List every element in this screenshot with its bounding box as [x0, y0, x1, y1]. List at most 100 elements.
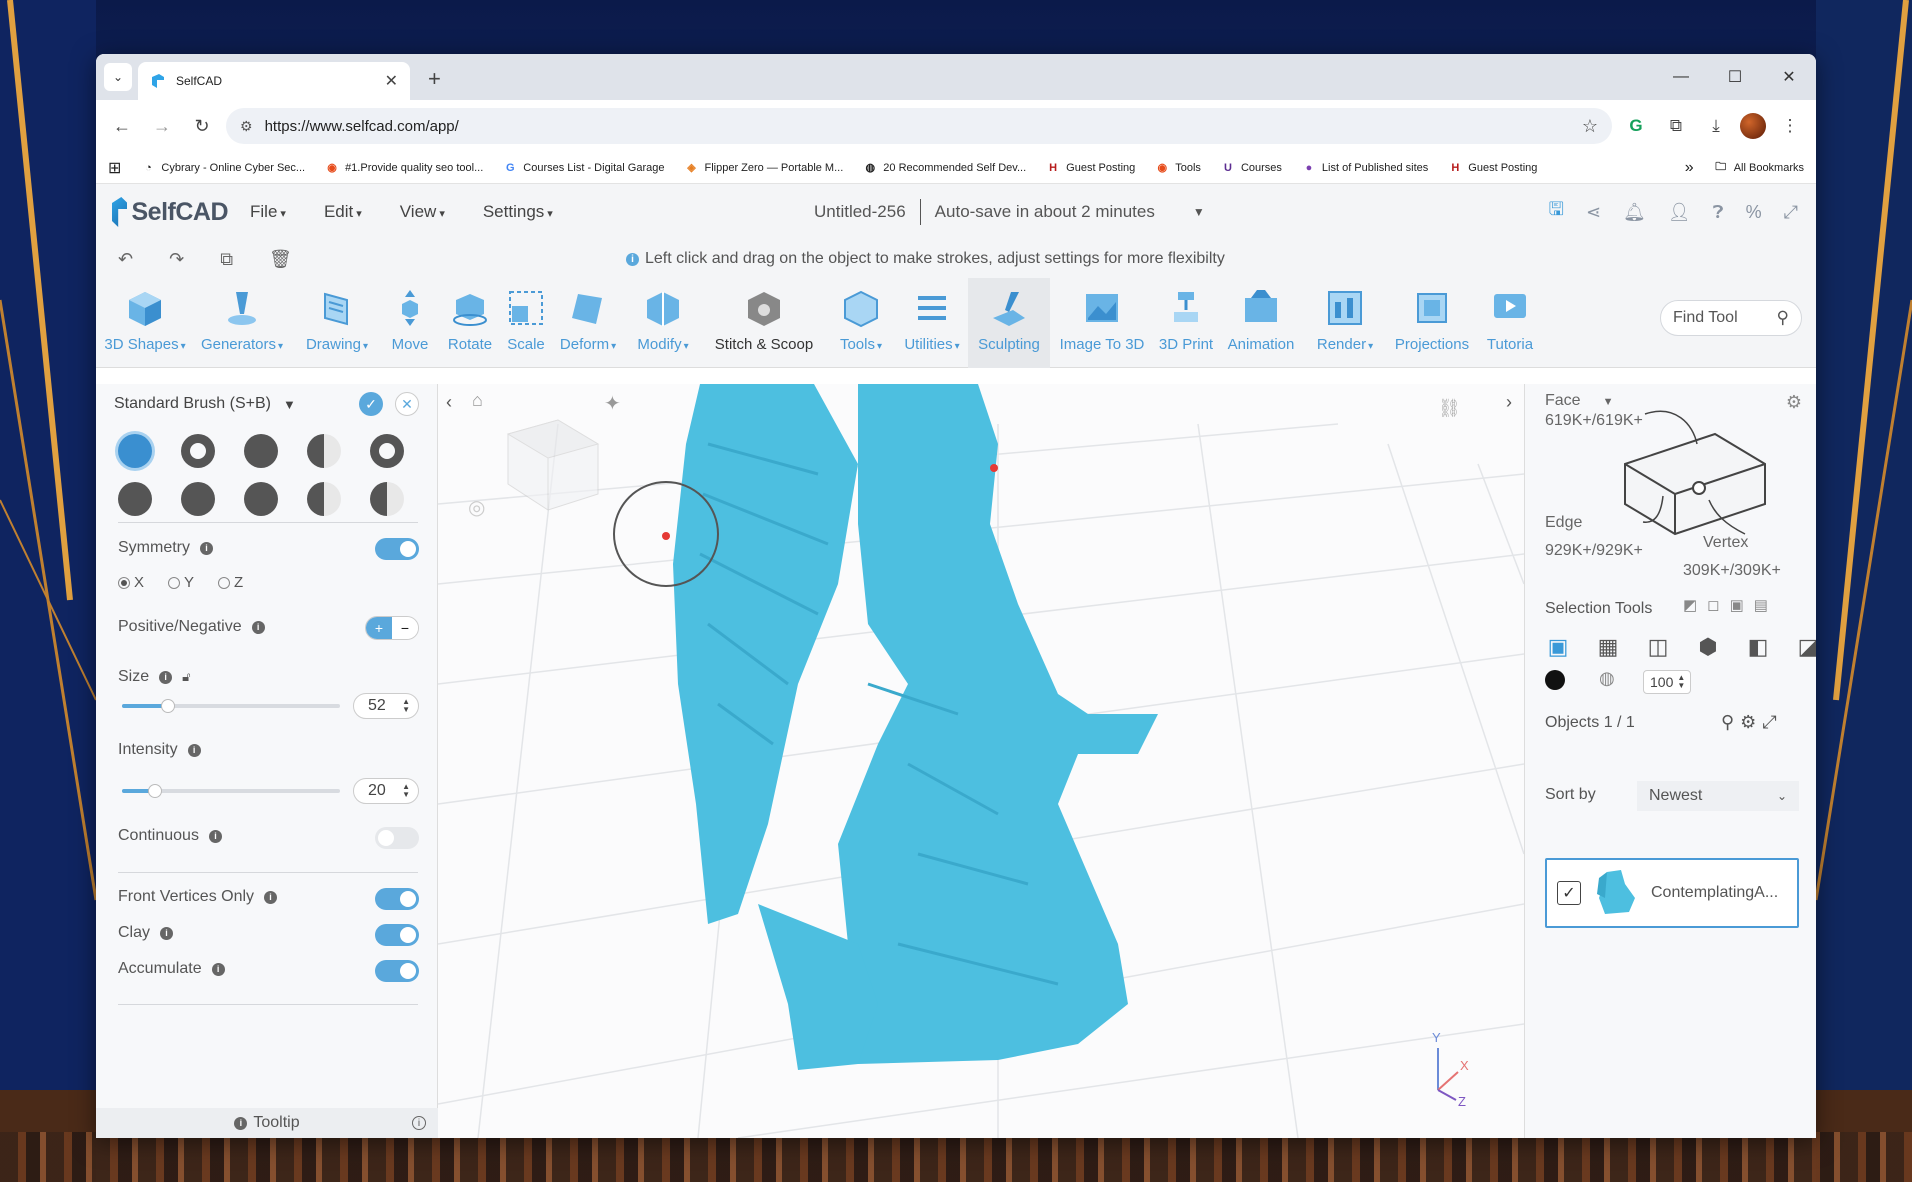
info-icon[interactable]: i — [200, 541, 213, 555]
reload-icon[interactable]: ↻ — [186, 110, 218, 142]
nudge-brush-icon[interactable] — [244, 482, 278, 516]
crease-brush-icon[interactable] — [118, 482, 152, 516]
tool-stitch-scoop[interactable]: Stitch & Scoop — [702, 278, 826, 368]
info-icon[interactable]: i — [211, 962, 225, 976]
tool-3d-print[interactable]: 3D Print — [1154, 278, 1218, 368]
close-window-icon[interactable]: ✕ — [1762, 54, 1816, 100]
collapse-left-panel-icon[interactable]: ‹ — [446, 392, 452, 412]
smooth-brush-icon[interactable] — [244, 434, 278, 468]
axis-x-radio[interactable]: X — [118, 574, 144, 591]
tool-generators[interactable]: Generators — [190, 278, 294, 368]
texture-icon[interactable]: ◍ — [1599, 668, 1615, 689]
selfcad-logo[interactable]: SelfCAD — [112, 197, 228, 227]
tool-rotate[interactable]: Rotate — [440, 278, 500, 368]
size-input[interactable]: 52 ▲ ▼ — [353, 693, 419, 719]
tooltip-bar[interactable]: i Tooltip i — [96, 1108, 438, 1138]
select-paint-icon[interactable]: ◪ — [1795, 634, 1816, 660]
intensity-slider[interactable] — [122, 784, 340, 798]
clay-toggle[interactable] — [375, 924, 419, 946]
angel-model[interactable] — [673, 384, 1158, 1070]
front-vertices-toggle[interactable] — [375, 888, 419, 910]
bookmark-item[interactable]: ◍ 20 Recommended Self Dev... — [863, 161, 1026, 175]
extensions-icon[interactable]: ⧉ — [1660, 110, 1692, 142]
brush-dropdown-icon[interactable]: ▼ — [283, 397, 296, 412]
select-vertex-icon[interactable]: ◧ — [1745, 634, 1771, 660]
accumulate-toggle[interactable] — [375, 960, 419, 982]
tool-utilities[interactable]: Utilities — [896, 278, 968, 368]
all-bookmarks-button[interactable]: 🗀 All Bookmarks — [1714, 161, 1804, 175]
tool-tools[interactable]: Tools — [826, 278, 896, 368]
save-icon[interactable]: 🖫 — [1549, 197, 1564, 227]
info-icon[interactable]: i — [251, 620, 265, 634]
menu-view[interactable]: View — [400, 202, 445, 222]
standard-brush-icon[interactable] — [118, 434, 152, 468]
opacity-input[interactable]: 100 ▲ ▼ — [1643, 670, 1691, 694]
axis-y-radio[interactable]: Y — [168, 574, 194, 591]
flatten-brush-icon[interactable] — [307, 434, 341, 468]
symmetry-toggle[interactable] — [375, 538, 419, 560]
tool-tutorials[interactable]: Tutoria — [1478, 278, 1542, 368]
orbit-icon[interactable]: ◎ — [468, 497, 485, 519]
sort-select[interactable]: Newest ⌄ — [1637, 781, 1799, 811]
confirm-button[interactable]: ✓ — [359, 392, 383, 416]
home-view-icon[interactable]: ⌂ — [472, 390, 483, 410]
fullscreen-icon[interactable]: ⤢ — [1784, 202, 1798, 223]
bookmark-item[interactable]: H Guest Posting — [1448, 161, 1537, 175]
delete-icon[interactable]: 🗑︎ — [269, 249, 292, 270]
lock-icon[interactable]: 🔓︎ — [182, 669, 190, 685]
select-object-icon[interactable]: ▣ — [1545, 634, 1571, 660]
intensity-input[interactable]: 20 ▲ ▼ — [353, 778, 419, 804]
site-settings-icon[interactable]: ⚙ — [240, 118, 253, 135]
menu-file[interactable]: File — [250, 202, 286, 222]
account-icon[interactable]: 👤︎ — [1668, 202, 1691, 223]
tool-modify[interactable]: Modify — [624, 278, 702, 368]
apps-grid-icon[interactable]: ⊞ — [108, 158, 121, 178]
help-icon[interactable]: ❓︎ — [1713, 202, 1724, 223]
drag-brush-icon[interactable] — [181, 482, 215, 516]
3d-viewport[interactable]: ⌂ ✦ ◎ ‹ › ⛓ Y X Z — [438, 384, 1524, 1138]
tool-3d-shapes[interactable]: 3D Shapes — [100, 278, 190, 368]
new-tab-button[interactable]: + — [428, 66, 441, 92]
browser-menu-icon[interactable]: ⋮ — [1774, 110, 1806, 142]
tool-deform[interactable]: Deform — [552, 278, 624, 368]
tool-image-to-3d[interactable]: Image To 3D — [1050, 278, 1154, 368]
search-icon[interactable]: ⚲ — [1777, 308, 1789, 328]
tool-animation[interactable]: Animation — [1218, 278, 1304, 368]
link-icon[interactable]: ⛓ — [1438, 398, 1461, 418]
stepper-icon[interactable]: ▲ ▼ — [402, 698, 410, 714]
bookmark-item[interactable]: ◉ #1.Provide quality seo tool... — [325, 161, 483, 175]
color-swatch[interactable] — [1545, 670, 1565, 690]
size-slider-handle[interactable] — [160, 699, 175, 713]
negative-icon[interactable]: − — [392, 617, 418, 639]
select-wireframe-icon[interactable]: ▦ — [1595, 634, 1621, 660]
camera-mode-icon[interactable]: ✦ — [604, 393, 621, 415]
select-face-icon[interactable]: ◫ — [1645, 634, 1671, 660]
positive-negative-toggle[interactable]: + − — [365, 616, 419, 640]
document-title[interactable]: Untitled-256 — [814, 202, 906, 222]
bookmark-star-icon[interactable]: ☆ — [1582, 116, 1598, 137]
intensity-slider-handle[interactable] — [147, 784, 162, 798]
grammarly-extension-icon[interactable]: G — [1620, 110, 1652, 142]
redo-icon[interactable]: ↷ — [169, 249, 184, 270]
tab-selfcad[interactable]: SelfCAD ✕ — [138, 62, 410, 100]
pinch-brush-icon[interactable] — [370, 434, 404, 468]
axis-z-radio[interactable]: Z — [218, 574, 243, 591]
bookmark-item[interactable]: ◉ Tools — [1155, 161, 1201, 175]
maximize-icon[interactable]: ☐ — [1708, 54, 1762, 100]
brush-selector[interactable]: Standard Brush (S+B) ▼ ✓ ✕ — [96, 384, 437, 424]
info-icon[interactable]: i — [159, 670, 173, 684]
bookmark-item[interactable]: ◈ Flipper Zero — Portable M... — [685, 161, 843, 175]
units-icon[interactable]: % — [1746, 202, 1762, 223]
paint-brush-icon[interactable] — [370, 482, 404, 516]
inflate-brush-icon[interactable] — [181, 434, 215, 468]
object-actions-icons[interactable]: ⚲⚙⤢ — [1721, 712, 1783, 733]
tool-sculpting[interactable]: Sculpting — [968, 278, 1050, 368]
download-icon[interactable]: ⤓ — [1700, 110, 1732, 142]
positive-icon[interactable]: + — [366, 617, 392, 639]
tool-render[interactable]: Render — [1304, 278, 1386, 368]
tab-search-button[interactable]: ⌄ — [104, 63, 132, 91]
bookmark-item[interactable]: G Courses List - Digital Garage — [503, 161, 665, 175]
info-icon[interactable]: i — [264, 890, 278, 904]
bookmark-item[interactable]: H Guest Posting — [1046, 161, 1135, 175]
share-icon[interactable]: ⋖ — [1586, 202, 1601, 223]
